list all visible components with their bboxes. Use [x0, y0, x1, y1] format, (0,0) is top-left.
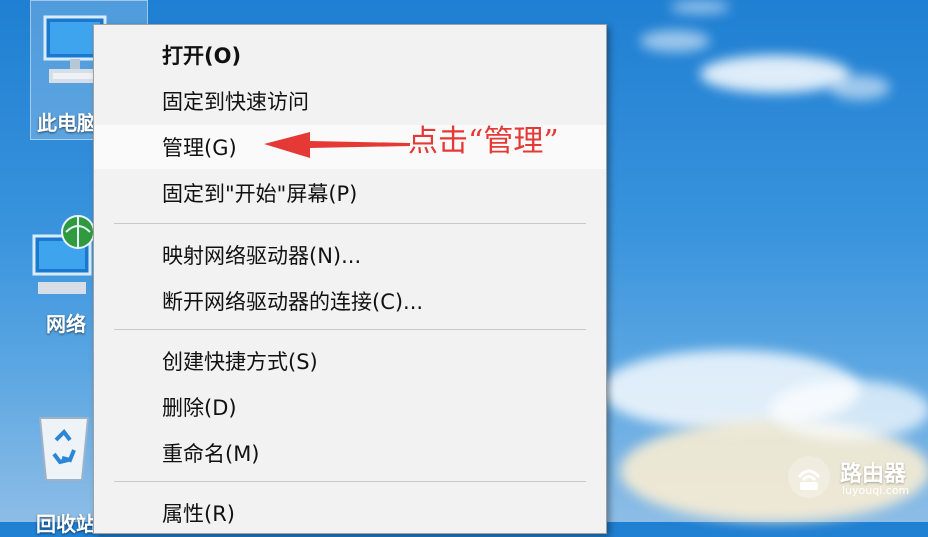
- context-menu: 打开(O) 固定到快速访问 管理(G) 固定到"开始"屏幕(P) 映射网络驱动器…: [93, 24, 607, 534]
- cloud: [640, 30, 710, 52]
- menu-separator: [114, 223, 586, 224]
- menu-item-properties[interactable]: 属性(R): [94, 491, 606, 535]
- menu-item-map-network-drive[interactable]: 映射网络驱动器(N)...: [94, 233, 606, 277]
- desktop-icon-label: 网络: [46, 312, 86, 336]
- annotation-arrow-icon: [262, 130, 412, 164]
- router-logo-icon: [788, 456, 830, 498]
- watermark-url: luyouqi.com: [842, 484, 910, 497]
- cloud: [670, 0, 730, 14]
- menu-item-pin-start[interactable]: 固定到"开始"屏幕(P): [94, 171, 606, 215]
- menu-item-delete[interactable]: 删除(D): [94, 385, 606, 429]
- cloud: [830, 75, 890, 100]
- desktop-icon-label: 此电脑: [37, 111, 97, 135]
- menu-separator: [114, 329, 586, 330]
- menu-item-rename[interactable]: 重命名(M): [94, 431, 606, 475]
- annotation-text: 点击“管理”: [408, 124, 559, 159]
- menu-separator: [114, 481, 586, 482]
- menu-item-open[interactable]: 打开(O): [94, 33, 606, 77]
- recycle-bin-icon: [34, 410, 94, 495]
- cloud: [770, 380, 928, 440]
- network-icon: [32, 208, 96, 313]
- menu-item-disconnect-network-drive[interactable]: 断开网络驱动器的连接(C)...: [94, 279, 606, 323]
- menu-item-create-shortcut[interactable]: 创建快捷方式(S): [94, 339, 606, 383]
- desktop: 此电脑 网络 回收站 打开(O) 固定到快速访问 管理(G) 固定到"开始"屏幕…: [0, 0, 928, 536]
- cloud: [700, 55, 850, 93]
- desktop-icon-label: 回收站: [36, 512, 96, 536]
